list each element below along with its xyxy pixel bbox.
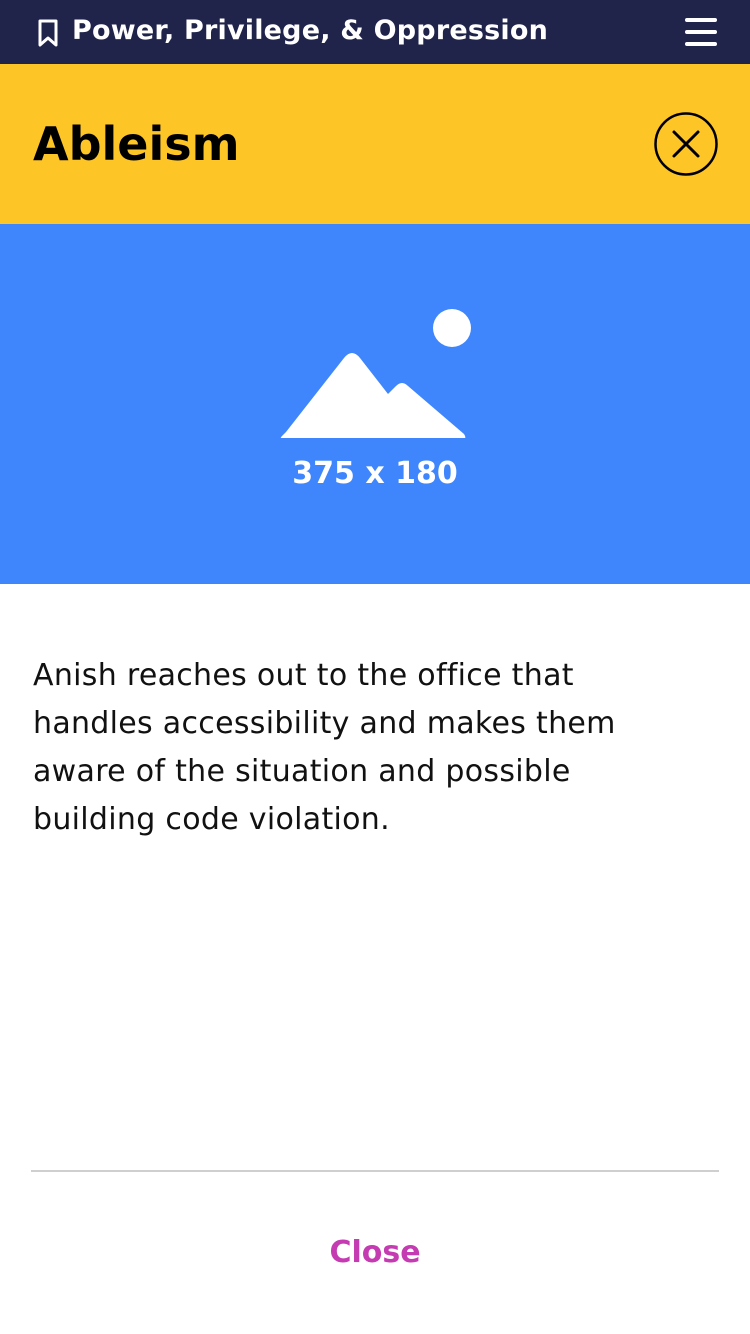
top-navigation-bar: Power, Privilege, & Oppression xyxy=(0,0,750,64)
section-title: Power, Privilege, & Oppression xyxy=(72,15,549,46)
scenario-text: Anish reaches out to the office that han… xyxy=(33,658,616,837)
hamburger-menu-icon[interactable] xyxy=(685,16,721,48)
page-title: Ableism xyxy=(33,117,240,171)
close-circle-icon[interactable] xyxy=(654,112,718,176)
bookmark-icon[interactable] xyxy=(34,18,62,48)
footer-divider xyxy=(31,1170,719,1172)
image-placeholder-icon xyxy=(280,309,471,438)
image-size-caption: 375 x 180 xyxy=(292,456,458,491)
modal-header: Ableism xyxy=(0,64,750,224)
image-placeholder: 375 x 180 xyxy=(0,224,750,584)
close-button[interactable]: Close xyxy=(275,1222,475,1282)
